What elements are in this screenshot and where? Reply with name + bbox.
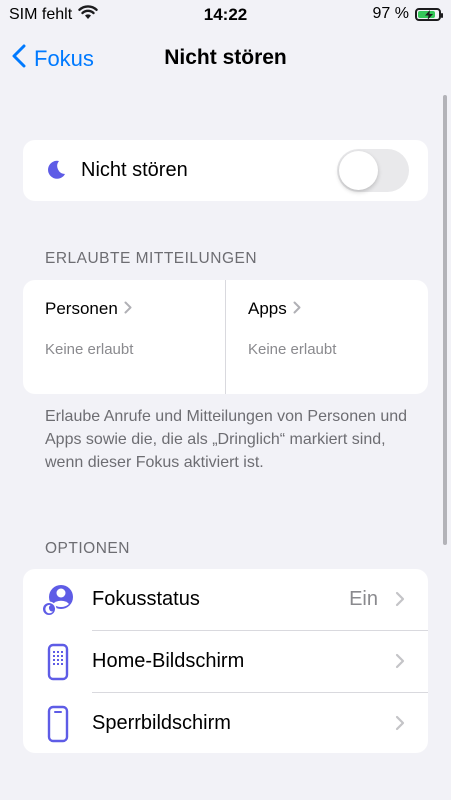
apps-title: Apps	[248, 299, 287, 318]
focus-toggle-label: Nicht stören	[81, 159, 188, 181]
option-row-focus-status[interactable]: Fokusstatus Ein	[23, 569, 428, 630]
moon-icon	[45, 159, 67, 186]
apps-cell[interactable]: Apps Keine erlaubt	[226, 280, 428, 394]
focus-toggle-switch[interactable]	[337, 149, 409, 192]
chevron-right-icon	[293, 299, 301, 319]
option-label: Sperrbildschirm	[92, 712, 231, 734]
battery-icon	[415, 7, 443, 21]
focus-status-icon	[39, 581, 77, 619]
options-section-header: OPTIONEN	[45, 540, 130, 557]
toggle-knob	[339, 151, 378, 190]
option-row-home-screen[interactable]: Home-Bildschirm	[23, 631, 428, 692]
option-label: Home-Bildschirm	[92, 650, 245, 672]
chevron-right-icon	[395, 591, 405, 612]
focus-toggle-card: Nicht stören	[23, 140, 428, 201]
option-label: Fokusstatus	[92, 588, 200, 610]
status-right: 97 %	[372, 5, 443, 23]
apps-title-row: Apps	[248, 299, 301, 319]
chevron-right-icon	[124, 299, 132, 319]
people-title: Personen	[45, 299, 118, 318]
status-bar: SIM fehlt 14:22 97 %	[0, 0, 451, 30]
option-value: Ein	[349, 588, 378, 610]
people-title-row: Personen	[45, 299, 132, 319]
option-row-lock-screen[interactable]: Sperrbildschirm	[23, 693, 428, 754]
people-subtitle: Keine erlaubt	[45, 341, 134, 358]
people-cell[interactable]: Personen Keine erlaubt	[23, 280, 225, 394]
navigation-bar: Fokus Nicht stören	[0, 38, 451, 82]
chevron-right-icon	[395, 653, 405, 674]
lock-screen-icon	[39, 705, 77, 743]
options-card: Fokusstatus Ein Home-Bildschirm Sperrbil…	[23, 569, 428, 753]
allowed-section-header: ERLAUBTE MITTEILUNGEN	[45, 250, 258, 267]
home-screen-icon	[39, 643, 77, 681]
apps-subtitle: Keine erlaubt	[248, 341, 337, 358]
scroll-indicator[interactable]	[443, 95, 447, 545]
battery-percent: 97 %	[372, 5, 409, 22]
page-title: Nicht stören	[164, 46, 287, 69]
allowed-card: Personen Keine erlaubt Apps Keine erlaub…	[23, 280, 428, 394]
allowed-footer-text: Erlaube Anrufe und Mitteilungen von Pers…	[45, 408, 408, 471]
chevron-right-icon	[395, 715, 405, 736]
